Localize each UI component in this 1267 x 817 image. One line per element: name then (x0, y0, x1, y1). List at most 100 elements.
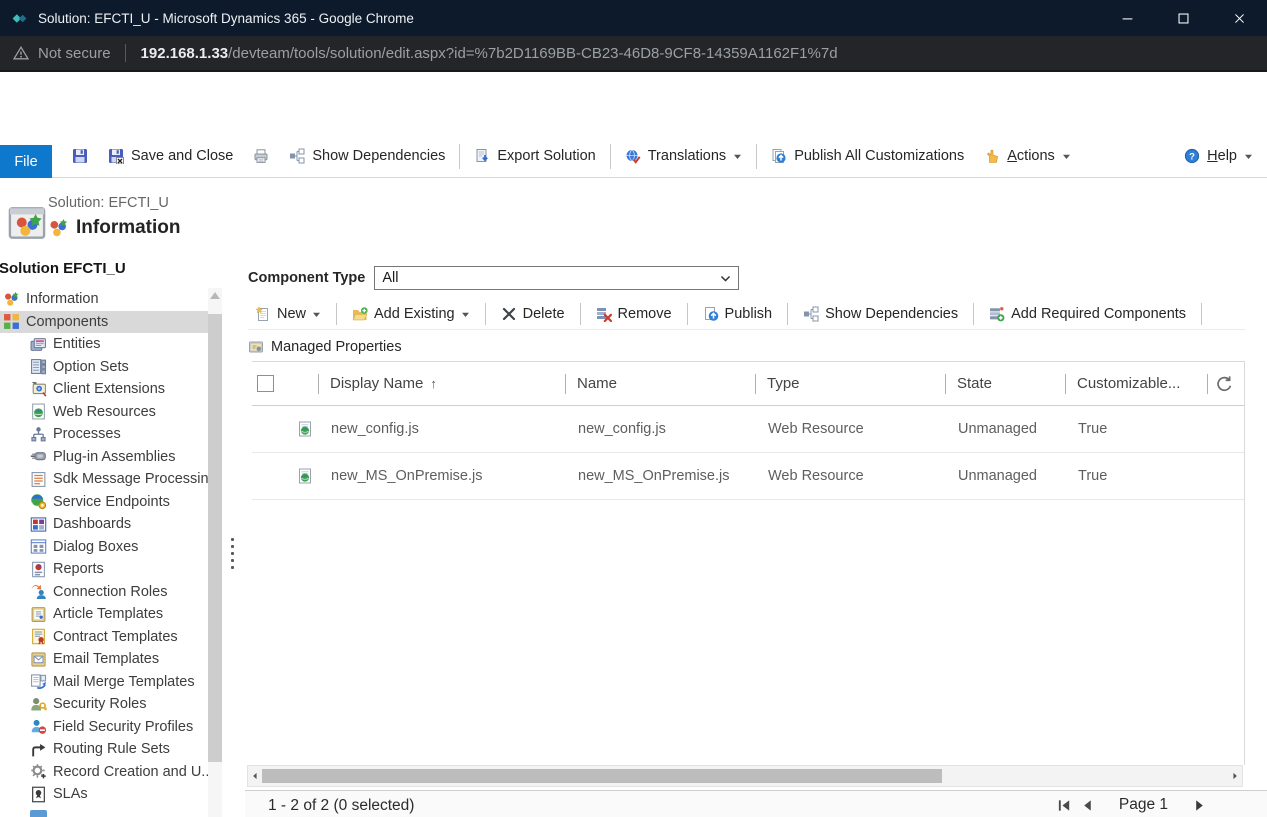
sidebar-item-dashboards[interactable]: Dashboards (0, 513, 208, 536)
sidebar-item-field-security-profiles[interactable]: Field Security Profiles (0, 716, 208, 739)
toolbar-separator (973, 303, 974, 325)
next-page-button[interactable] (1192, 798, 1207, 813)
sidebar-item-mail-merge-templates[interactable]: Mail Merge Templates (0, 671, 208, 694)
scroll-left-button[interactable] (248, 766, 262, 786)
sidebar-item-entities[interactable]: Entities (0, 333, 208, 356)
column-header-name[interactable]: Name (565, 362, 755, 405)
sidebar-item-components[interactable]: Components (0, 311, 208, 334)
connection-roles-icon (30, 583, 47, 600)
export-solution-button[interactable]: Export Solution (464, 148, 605, 164)
sidebar-item-sdk-message-processin[interactable]: Sdk Message Processin... (0, 468, 208, 491)
toolbar-separator (459, 144, 460, 169)
sidebar-item-dialog-boxes[interactable]: Dialog Boxes (0, 536, 208, 559)
browser-window: Solution: EFCTI_U - Microsoft Dynamics 3… (0, 0, 1267, 817)
sidebar-item-connection-roles[interactable]: Connection Roles (0, 581, 208, 604)
show-dependencies-button[interactable]: Show Dependencies (279, 148, 455, 164)
grid-body: new_config.jsnew_config.jsWeb ResourceUn… (252, 406, 1244, 500)
actions-button[interactable]: Actions (974, 148, 1081, 164)
processes-icon (30, 426, 47, 443)
table-row[interactable]: new_MS_OnPremise.jsnew_MS_OnPremise.jsWe… (252, 453, 1244, 500)
managed-properties-button[interactable]: Managed Properties (248, 334, 402, 360)
cell-type: Web Resource (755, 453, 945, 499)
sidebar-item-label: Sdk Message Processin... (53, 471, 208, 487)
sidebar-item-security-roles[interactable]: Security Roles (0, 693, 208, 716)
column-header-customizable[interactable]: Customizable... (1065, 362, 1207, 405)
button-label: Help (1207, 148, 1237, 164)
add-existing-button[interactable]: Add Existing (345, 306, 477, 322)
sidebar-item-email-templates[interactable]: Email Templates (0, 648, 208, 671)
option-sets-icon (30, 358, 47, 375)
page-header: Solution: EFCTI_U Information (0, 178, 1267, 258)
cell-customizable: True (1065, 406, 1207, 452)
dropdown-caret-icon (1244, 152, 1253, 161)
publish-button[interactable]: Publish (696, 306, 780, 322)
add-required-components-button[interactable]: Add Required Components (982, 306, 1193, 322)
horizontal-scrollbar[interactable] (247, 765, 1243, 787)
managed-properties-label: Managed Properties (271, 339, 402, 355)
sidebar-item-plug-in-assemblies[interactable]: Plug-in Assemblies (0, 446, 208, 469)
sidebar-resize-handle[interactable] (228, 533, 236, 573)
scroll-right-button[interactable] (1228, 766, 1242, 786)
url-host: 192.168.1.33 (141, 45, 229, 62)
print-button[interactable] (243, 148, 279, 164)
command-ribbon: File Save and Close Show Dependencies Expo… (0, 135, 1267, 178)
toolbar-separator (756, 144, 757, 169)
sidebar-item-processes[interactable]: Processes (0, 423, 208, 446)
sidebar-item-client-extensions[interactable]: Client Extensions (0, 378, 208, 401)
show-dependencies-button[interactable]: Show Dependencies (796, 306, 965, 322)
component-type-select[interactable]: All (374, 266, 739, 290)
publish-all-customizations-button[interactable]: Publish All Customizations (761, 148, 974, 164)
minimize-button[interactable] (1099, 0, 1155, 36)
column-header-state[interactable]: State (945, 362, 1065, 405)
url-path: /devteam/tools/solution/edit.aspx?id=%7b… (228, 45, 837, 62)
maximize-button[interactable] (1155, 0, 1211, 36)
sidebar-item-web-resources[interactable]: Web Resources (0, 401, 208, 424)
scroll-up-arrow-icon[interactable] (210, 292, 220, 299)
browser-address-bar[interactable]: Not secure 192.168.1.33/devteam/tools/so… (0, 36, 1267, 72)
refresh-button[interactable] (1213, 373, 1235, 395)
save-button[interactable] (62, 148, 98, 164)
sidebar-scrollbar-thumb[interactable] (208, 314, 222, 762)
export-solution-icon (474, 148, 490, 164)
first-page-button[interactable] (1057, 798, 1072, 813)
save-close-icon (108, 148, 124, 164)
dropdown-caret-icon (312, 310, 321, 319)
file-tab[interactable]: File (0, 145, 52, 178)
sidebar-item-option-sets[interactable]: Option Sets (0, 356, 208, 379)
page-title: Information (76, 217, 181, 239)
sidebar-item-label: Mail Merge Templates (53, 674, 195, 690)
entities-icon (30, 336, 47, 353)
sidebar-item-information[interactable]: Information (0, 288, 208, 311)
sidebar-item-slas[interactable]: SLAs (0, 783, 208, 806)
table-row[interactable]: new_config.jsnew_config.jsWeb ResourceUn… (252, 406, 1244, 453)
not-secure-warning-icon[interactable] (13, 45, 29, 61)
chevron-down-icon (719, 272, 732, 285)
horizontal-scrollbar-thumb[interactable] (262, 769, 942, 783)
sidebar-item-routing-rule-sets[interactable]: Routing Rule Sets (0, 738, 208, 761)
grid-status-bar: 1 - 2 of 2 (0 selected) Page 1 (245, 790, 1267, 817)
column-header-type[interactable]: Type (755, 362, 945, 405)
translations-button[interactable]: Translations (615, 148, 752, 164)
delete-button[interactable]: Delete (494, 306, 572, 322)
dropdown-caret-icon (733, 152, 742, 161)
previous-page-button[interactable] (1080, 798, 1095, 813)
sidebar-item-service-endpoints[interactable]: Service Endpoints (0, 491, 208, 514)
save-and-close-button[interactable]: Save and Close (98, 148, 243, 164)
sidebar-item-label: Security Roles (53, 696, 146, 712)
components-grid: Display Name↑Name Type StateCustomizable..… (252, 361, 1245, 765)
sidebar-item-label: Option Sets (53, 359, 129, 375)
sidebar-item-article-templates[interactable]: Article Templates (0, 603, 208, 626)
column-header-label: Type (767, 375, 800, 392)
select-all-checkbox[interactable] (257, 375, 274, 392)
sidebar-item-record-creation-and-u[interactable]: Record Creation and U... (0, 761, 208, 784)
close-button[interactable] (1211, 0, 1267, 36)
sidebar-item-contract-templates[interactable]: Contract Templates (0, 626, 208, 649)
remove-button[interactable]: Remove (589, 306, 679, 322)
sidebar-item-reports[interactable]: Reports (0, 558, 208, 581)
information-icon (48, 218, 69, 239)
cell-name: new_MS_OnPremise.js (565, 453, 755, 499)
column-header-display-name[interactable]: Display Name↑ (318, 362, 565, 405)
sidebar-scrollbar[interactable] (208, 288, 222, 817)
help-button[interactable]: ?Help (1174, 148, 1263, 164)
new-button[interactable]: New (248, 306, 328, 322)
